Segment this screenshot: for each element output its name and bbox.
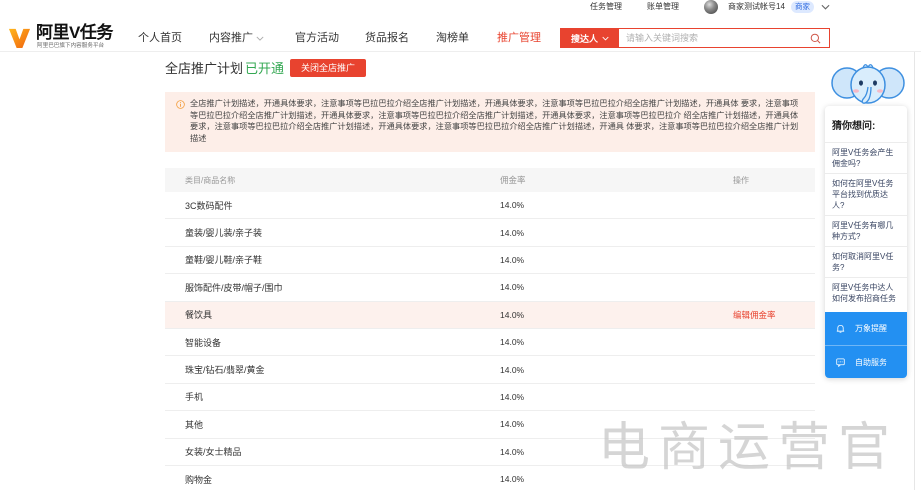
- category-name: 珠宝/钻石/翡翠/黄金: [185, 365, 265, 376]
- search-type-dropdown[interactable]: 搜达人: [561, 29, 619, 47]
- help-actions: 万象提醒 自助服务: [825, 312, 907, 378]
- column-header-rate: 佣金率: [500, 175, 526, 185]
- search-type-label: 搜达人: [570, 33, 598, 44]
- task-management-link[interactable]: 任务管理: [590, 2, 622, 12]
- column-header-action: 操作: [733, 175, 749, 185]
- commission-rate: 14.0%: [500, 309, 525, 320]
- category-name: 其他: [185, 419, 204, 430]
- notice-box: 全店推广计划描述，开通具体要求，注意事项等巴拉巴拉介绍全店推广计划描述，开通具体…: [165, 92, 815, 152]
- category-name: 手机: [185, 392, 204, 403]
- account-chevron-down-icon[interactable]: [821, 4, 830, 10]
- help-question[interactable]: 阿里V任务会产生佣金吗?: [825, 142, 907, 173]
- table-row: 女装/女士精品 14.0%: [165, 439, 815, 466]
- self-service-button[interactable]: 自助服务: [825, 345, 907, 378]
- category-name: 服饰配件/皮带/帽子/围巾: [185, 282, 283, 293]
- commission-rate: 14.0%: [500, 200, 525, 211]
- search-icon[interactable]: [810, 33, 821, 44]
- help-heading: 猜你想问:: [832, 121, 876, 132]
- account-name[interactable]: 商家测试帐号14: [728, 2, 785, 12]
- nav-item-taobao-ranking[interactable]: 淘榜单: [436, 31, 469, 45]
- chat-icon: [836, 357, 845, 367]
- help-question[interactable]: 阿里V任务中达人如何发布招商任务: [825, 277, 907, 308]
- help-question[interactable]: 阿里V任务有哪几种方式?: [825, 215, 907, 246]
- commission-rate: 14.0%: [500, 419, 525, 430]
- column-header-category: 类目/商品名称: [185, 175, 236, 185]
- commission-rate: 14.0%: [500, 446, 525, 457]
- reminder-button[interactable]: 万象提醒: [825, 312, 907, 345]
- search-bar: 搜达人: [560, 28, 830, 48]
- top-utility-bar: 任务管理 账单管理 商家测试帐号14 商家: [0, 0, 921, 17]
- category-name: 智能设备: [185, 337, 222, 348]
- table-row: 珠宝/钻石/翡翠/黄金 14.0%: [165, 356, 815, 384]
- page-scrollbar[interactable]: [914, 52, 915, 490]
- bell-icon: [836, 324, 845, 333]
- v-logo-icon[interactable]: [8, 26, 31, 49]
- table-row: 其他 14.0%: [165, 411, 815, 439]
- commission-rate: 14.0%: [500, 391, 525, 402]
- commission-rate: 14.0%: [500, 337, 525, 348]
- table-row: 智能设备 14.0%: [165, 329, 815, 357]
- category-name: 童鞋/婴儿鞋/亲子鞋: [185, 255, 263, 266]
- bill-management-link[interactable]: 账单管理: [647, 2, 679, 12]
- nav-item-home[interactable]: 个人首页: [138, 31, 182, 45]
- status-badge: 已开通: [245, 61, 285, 76]
- table-row: 购物金 14.0%: [165, 466, 815, 490]
- table-row: 童鞋/婴儿鞋/亲子鞋 14.0%: [165, 247, 815, 275]
- help-question[interactable]: 如何在阿里V任务平台找到优质达人?: [825, 173, 907, 215]
- commission-rate: 14.0%: [500, 364, 525, 375]
- notice-text: 全店推广计划描述，开通具体要求，注意事项等巴拉巴拉介绍全店推广计划描述，开通具体…: [190, 99, 799, 143]
- category-name: 女装/女士精品: [185, 447, 242, 458]
- category-name: 餐饮具: [185, 310, 213, 321]
- category-name: 童装/婴儿装/亲子装: [185, 228, 263, 239]
- nav-item-promotion-management[interactable]: 推广管理: [497, 31, 541, 45]
- nav-item-content-promotion[interactable]: 内容推广: [209, 31, 253, 45]
- edit-commission-rate-link[interactable]: 编辑佣金率: [733, 302, 776, 328]
- info-icon: [176, 100, 185, 109]
- logo-subtitle: 阿里巴巴旗下内容服务平台: [37, 43, 105, 49]
- chevron-down-icon: [602, 36, 609, 41]
- help-panel: 猜你想问: 阿里V任务会产生佣金吗? 如何在阿里V任务平台找到优质达人? 阿里V…: [825, 106, 907, 378]
- role-badge: 商家: [791, 1, 814, 13]
- search-input[interactable]: [619, 29, 810, 47]
- table-header: 类目/商品名称 佣金率 操作: [165, 168, 815, 192]
- category-name: 3C数码配件: [185, 200, 233, 211]
- nav-item-product-signup[interactable]: 货品报名: [365, 31, 409, 45]
- logo-title[interactable]: 阿里V任务: [36, 24, 113, 42]
- chevron-down-icon[interactable]: [256, 36, 264, 41]
- commission-rate: 14.0%: [500, 227, 525, 238]
- help-question[interactable]: 如何取消阿里V任务?: [825, 246, 907, 277]
- page-title: 全店推广计划: [165, 61, 244, 76]
- commission-rate: 14.0%: [500, 254, 525, 265]
- avatar-icon[interactable]: [704, 0, 718, 14]
- elephant-mascot-icon[interactable]: [830, 58, 906, 108]
- reminder-button-label: 万象提醒: [855, 324, 887, 333]
- page: 任务管理 账单管理 商家测试帐号14 商家 阿里V任务 阿里巴巴旗下内容服务平台…: [0, 0, 921, 490]
- category-name: 购物金: [185, 474, 213, 485]
- table-row: 服饰配件/皮带/帽子/围巾 14.0%: [165, 274, 815, 302]
- table-row: 手机 14.0%: [165, 384, 815, 412]
- table-row: 餐饮具 14.0% 编辑佣金率: [165, 301, 815, 329]
- self-service-button-label: 自助服务: [855, 357, 887, 367]
- close-store-promotion-button[interactable]: 关闭全店推广: [290, 59, 366, 77]
- header-divider: [0, 51, 921, 52]
- table-row: 3C数码配件 14.0%: [165, 192, 815, 220]
- commission-rate: 14.0%: [500, 474, 525, 485]
- nav-item-official-events[interactable]: 官方活动: [295, 31, 339, 45]
- commission-table: 类目/商品名称 佣金率 操作 3C数码配件 14.0% 童装/婴儿装/亲子装 1…: [165, 168, 815, 490]
- commission-rate: 14.0%: [500, 282, 525, 293]
- table-row: 童装/婴儿装/亲子装 14.0%: [165, 219, 815, 247]
